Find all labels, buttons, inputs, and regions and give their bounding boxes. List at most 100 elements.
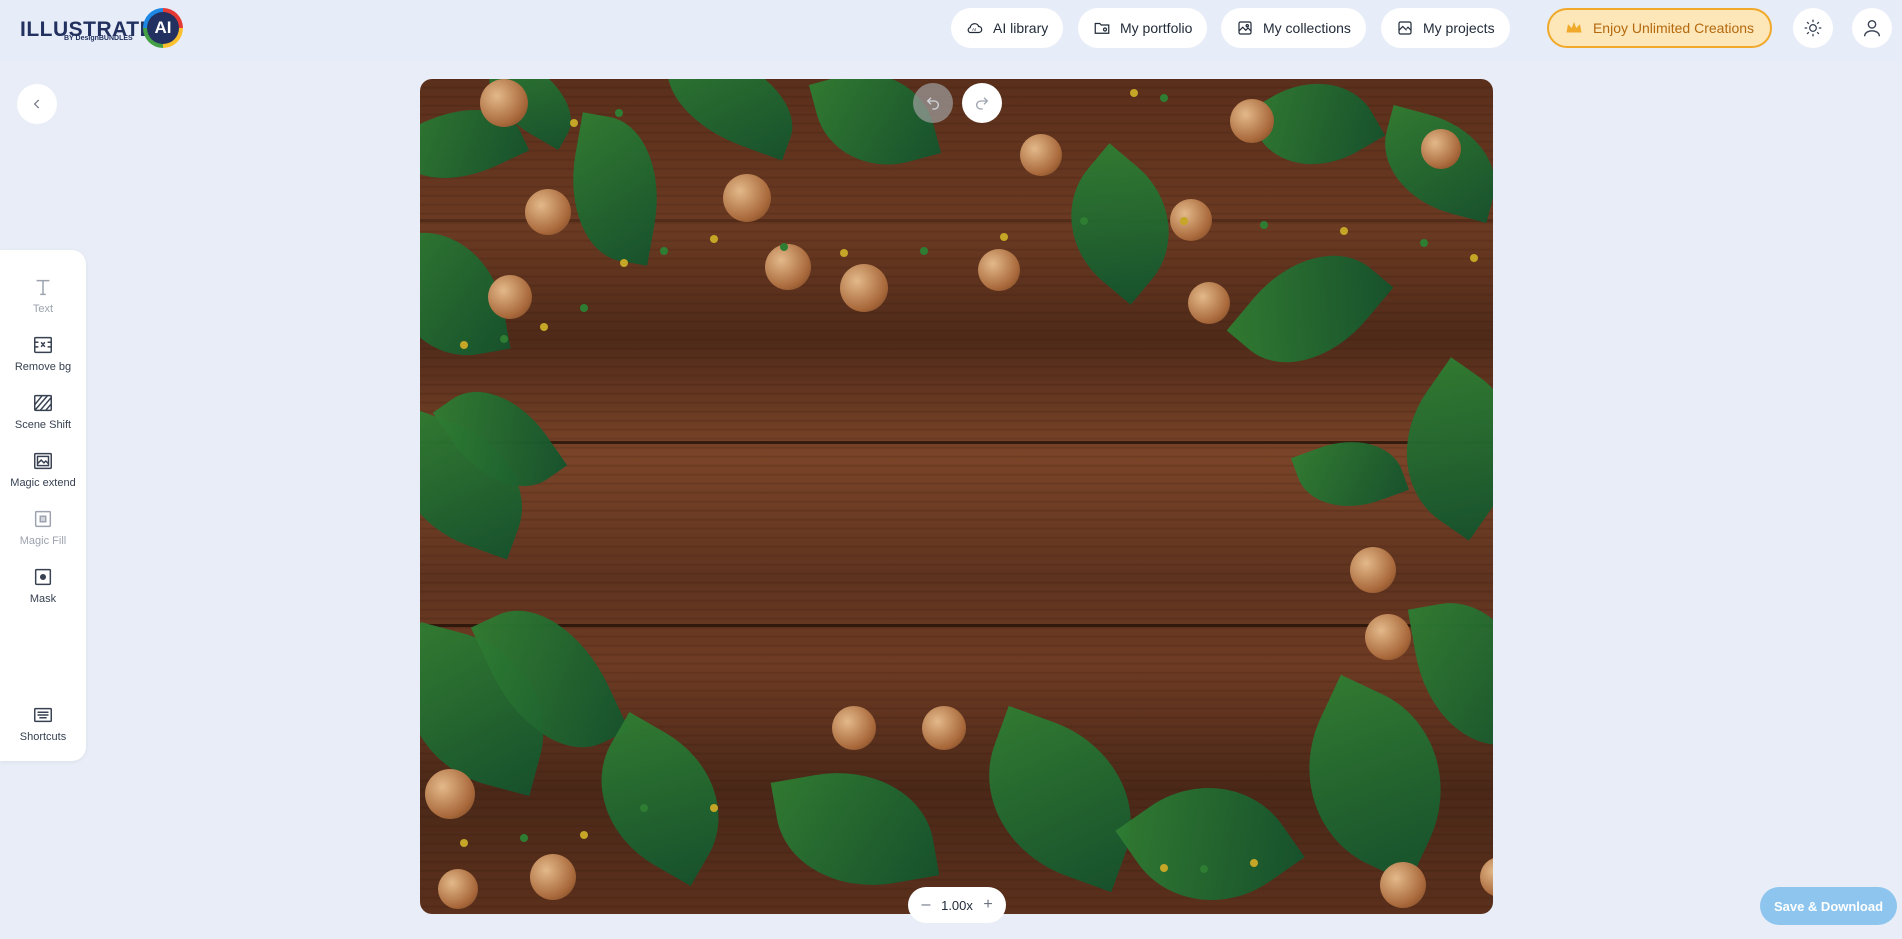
nut bbox=[488, 275, 532, 319]
nut bbox=[765, 244, 811, 290]
sun-icon bbox=[1804, 19, 1822, 37]
nut bbox=[1230, 99, 1274, 143]
cloud-ai-icon: AI bbox=[967, 23, 983, 34]
tool-magic-fill[interactable]: Magic Fill bbox=[0, 508, 86, 558]
magic-fill-icon bbox=[34, 510, 52, 528]
bead bbox=[1180, 217, 1188, 225]
nut bbox=[1020, 134, 1062, 176]
theme-toggle-button[interactable] bbox=[1793, 8, 1833, 48]
tool-remove-bg[interactable]: Remove bg bbox=[0, 334, 86, 384]
nut bbox=[1188, 282, 1230, 324]
magic-extend-icon bbox=[34, 452, 52, 470]
tool-mask[interactable]: Mask bbox=[0, 566, 86, 616]
bead bbox=[1420, 239, 1428, 247]
nut bbox=[1350, 547, 1396, 593]
redo-icon bbox=[976, 97, 989, 110]
bead bbox=[460, 341, 468, 349]
leaf bbox=[1291, 424, 1409, 524]
zoom-control: – 1.00x + bbox=[908, 887, 1006, 923]
nav-my-projects[interactable]: My projects bbox=[1381, 8, 1510, 48]
bead bbox=[580, 831, 588, 839]
bead bbox=[1130, 89, 1138, 97]
svg-text:AI: AI bbox=[972, 27, 976, 32]
nut bbox=[438, 869, 478, 909]
zoom-out-button[interactable]: – bbox=[918, 896, 934, 914]
portfolio-icon bbox=[1094, 22, 1110, 34]
bead bbox=[710, 235, 718, 243]
bead bbox=[1160, 94, 1168, 102]
bead bbox=[660, 247, 668, 255]
mask-icon bbox=[34, 568, 52, 586]
bead bbox=[1000, 233, 1008, 241]
back-button[interactable] bbox=[17, 84, 57, 124]
nav-ai-library[interactable]: AI AI library bbox=[951, 8, 1064, 48]
logo-subtitle: BY DesignBUNDLES bbox=[64, 35, 133, 42]
tool-scene-shift[interactable]: Scene Shift bbox=[0, 392, 86, 442]
chevron-left-icon bbox=[33, 99, 40, 109]
bead bbox=[1470, 254, 1478, 262]
bead bbox=[620, 259, 628, 267]
bead bbox=[1250, 859, 1258, 867]
tool-panel: Text Remove bg Scene Shift Magic extend … bbox=[0, 250, 86, 761]
zoom-level: 1.00x bbox=[941, 897, 973, 913]
leaf bbox=[1115, 750, 1305, 914]
tool-magic-extend[interactable]: Magic extend bbox=[0, 450, 86, 500]
nut bbox=[425, 769, 475, 819]
bead bbox=[780, 243, 788, 251]
plank-seam bbox=[420, 624, 1493, 627]
zoom-in-button[interactable]: + bbox=[980, 896, 996, 914]
bead bbox=[710, 804, 718, 812]
nut bbox=[978, 249, 1020, 291]
bead bbox=[920, 247, 928, 255]
bead bbox=[500, 335, 508, 343]
nut bbox=[1480, 857, 1493, 897]
nut bbox=[480, 79, 528, 127]
scene-shift-icon bbox=[34, 394, 52, 412]
nav-my-collections[interactable]: My collections bbox=[1221, 8, 1366, 48]
bead bbox=[1340, 227, 1348, 235]
nut bbox=[1170, 199, 1212, 241]
premium-upgrade-button[interactable]: Enjoy Unlimited Creations bbox=[1547, 8, 1772, 48]
tool-shortcuts[interactable]: Shortcuts bbox=[0, 704, 86, 754]
nut bbox=[530, 854, 576, 900]
undo-button[interactable] bbox=[913, 83, 953, 123]
nut bbox=[723, 174, 771, 222]
image-canvas[interactable] bbox=[420, 79, 1493, 914]
leaf bbox=[650, 79, 810, 161]
bead bbox=[570, 119, 578, 127]
leaf bbox=[770, 756, 940, 902]
save-download-button[interactable]: Save & Download bbox=[1760, 887, 1897, 925]
crown-icon bbox=[1566, 22, 1582, 33]
text-icon bbox=[36, 279, 50, 296]
bead bbox=[1160, 864, 1168, 872]
bead bbox=[520, 834, 528, 842]
tool-text[interactable]: Text bbox=[0, 276, 86, 326]
nav-my-portfolio[interactable]: My portfolio bbox=[1078, 8, 1208, 48]
leaf bbox=[1226, 223, 1394, 395]
bead bbox=[540, 323, 548, 331]
leaf bbox=[1370, 357, 1493, 541]
nut bbox=[1365, 614, 1411, 660]
undo-icon bbox=[926, 97, 939, 110]
keyboard-icon bbox=[34, 707, 52, 723]
nav-label: AI library bbox=[993, 20, 1049, 36]
nut bbox=[1421, 129, 1461, 169]
logo-badge: AI bbox=[143, 8, 183, 48]
nut bbox=[840, 264, 888, 312]
bead bbox=[580, 304, 588, 312]
bead bbox=[640, 804, 648, 812]
bead bbox=[615, 109, 623, 117]
leaf bbox=[960, 705, 1160, 893]
redo-button[interactable] bbox=[962, 83, 1002, 123]
user-icon bbox=[1863, 19, 1881, 37]
top-bar: ILLUSTRATE AI BY DesignBUNDLES AI AI lib… bbox=[0, 0, 1902, 62]
bead bbox=[460, 839, 468, 847]
nut bbox=[1380, 862, 1426, 908]
nav-label: My projects bbox=[1423, 20, 1495, 36]
app-logo[interactable]: ILLUSTRATE AI BY DesignBUNDLES bbox=[20, 8, 185, 50]
bead bbox=[1080, 217, 1088, 225]
bead bbox=[840, 249, 848, 257]
account-button[interactable] bbox=[1852, 8, 1892, 48]
nut bbox=[525, 189, 571, 235]
collections-icon bbox=[1238, 21, 1252, 35]
